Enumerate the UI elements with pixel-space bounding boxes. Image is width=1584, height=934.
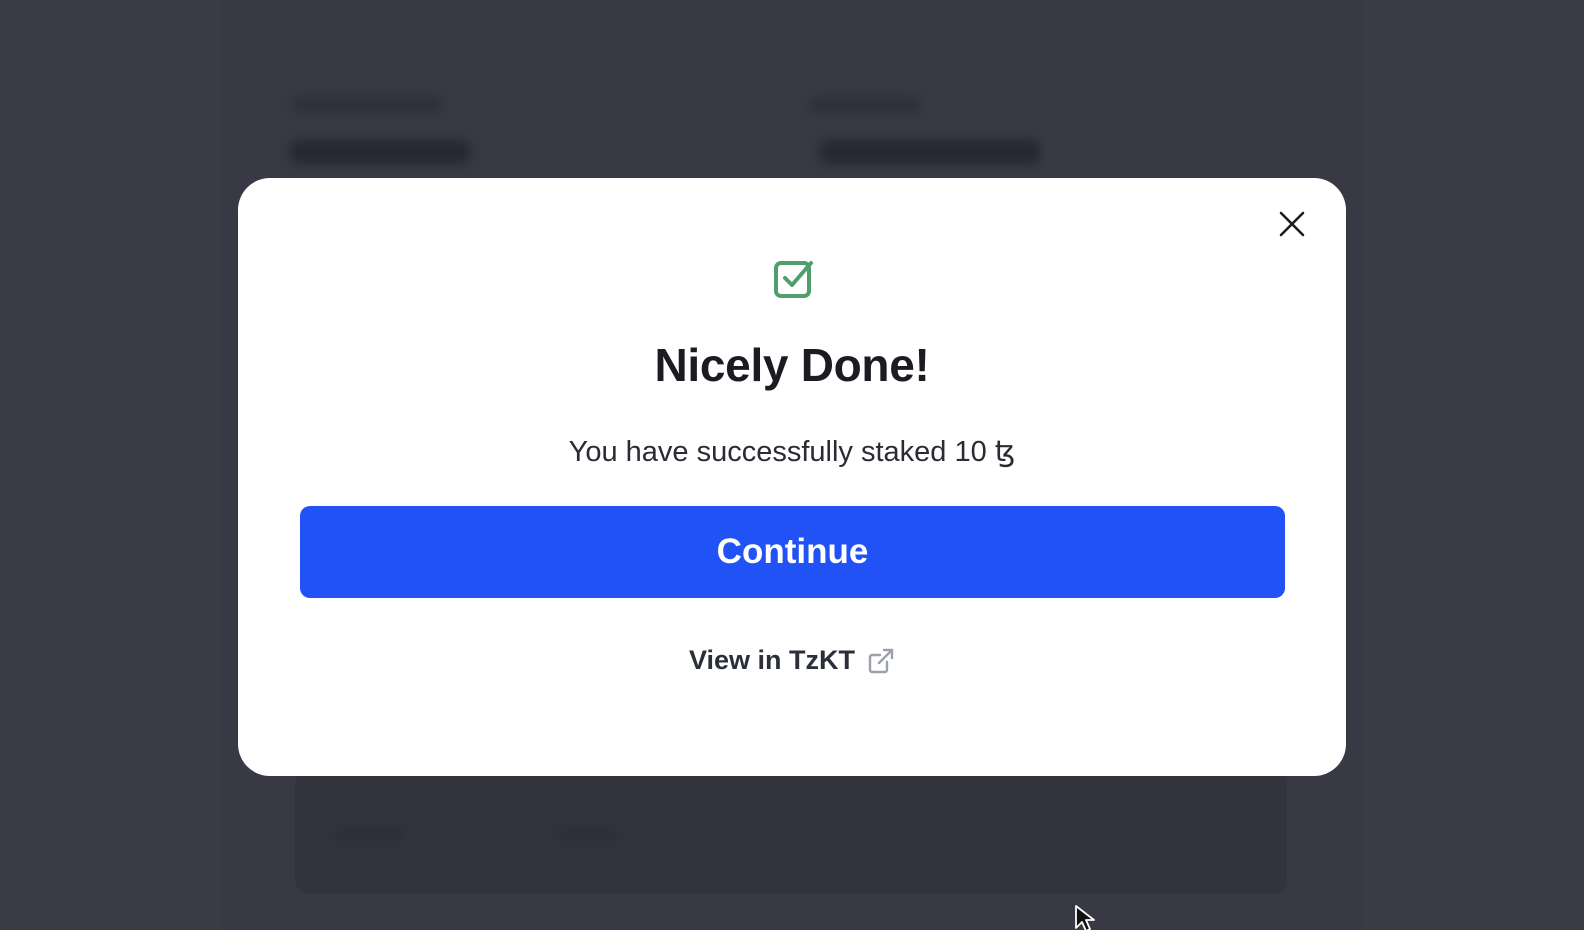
blurred-cell [335, 826, 405, 840]
view-in-tzkt-link[interactable]: View in TzKT [238, 645, 1346, 676]
blurred-label [810, 96, 920, 114]
continue-button-label: Continue [716, 532, 869, 571]
close-button[interactable] [1274, 206, 1310, 242]
blurred-value [820, 140, 1040, 164]
view-in-tzkt-label: View in TzKT [688, 645, 856, 675]
close-icon [1279, 211, 1305, 237]
success-modal: Nicely Done! You have successfully stake… [238, 178, 1346, 776]
background-card [295, 770, 1287, 894]
continue-button[interactable]: Continue [300, 506, 1285, 598]
check-square-icon [774, 261, 813, 298]
blurred-label [292, 96, 442, 114]
external-link-icon [868, 648, 894, 673]
blurred-value [290, 140, 470, 164]
blurred-cell [557, 826, 617, 840]
modal-title: Nicely Done! [654, 339, 930, 391]
success-message: You have successfully staked 10 ꜩ [568, 436, 1016, 468]
